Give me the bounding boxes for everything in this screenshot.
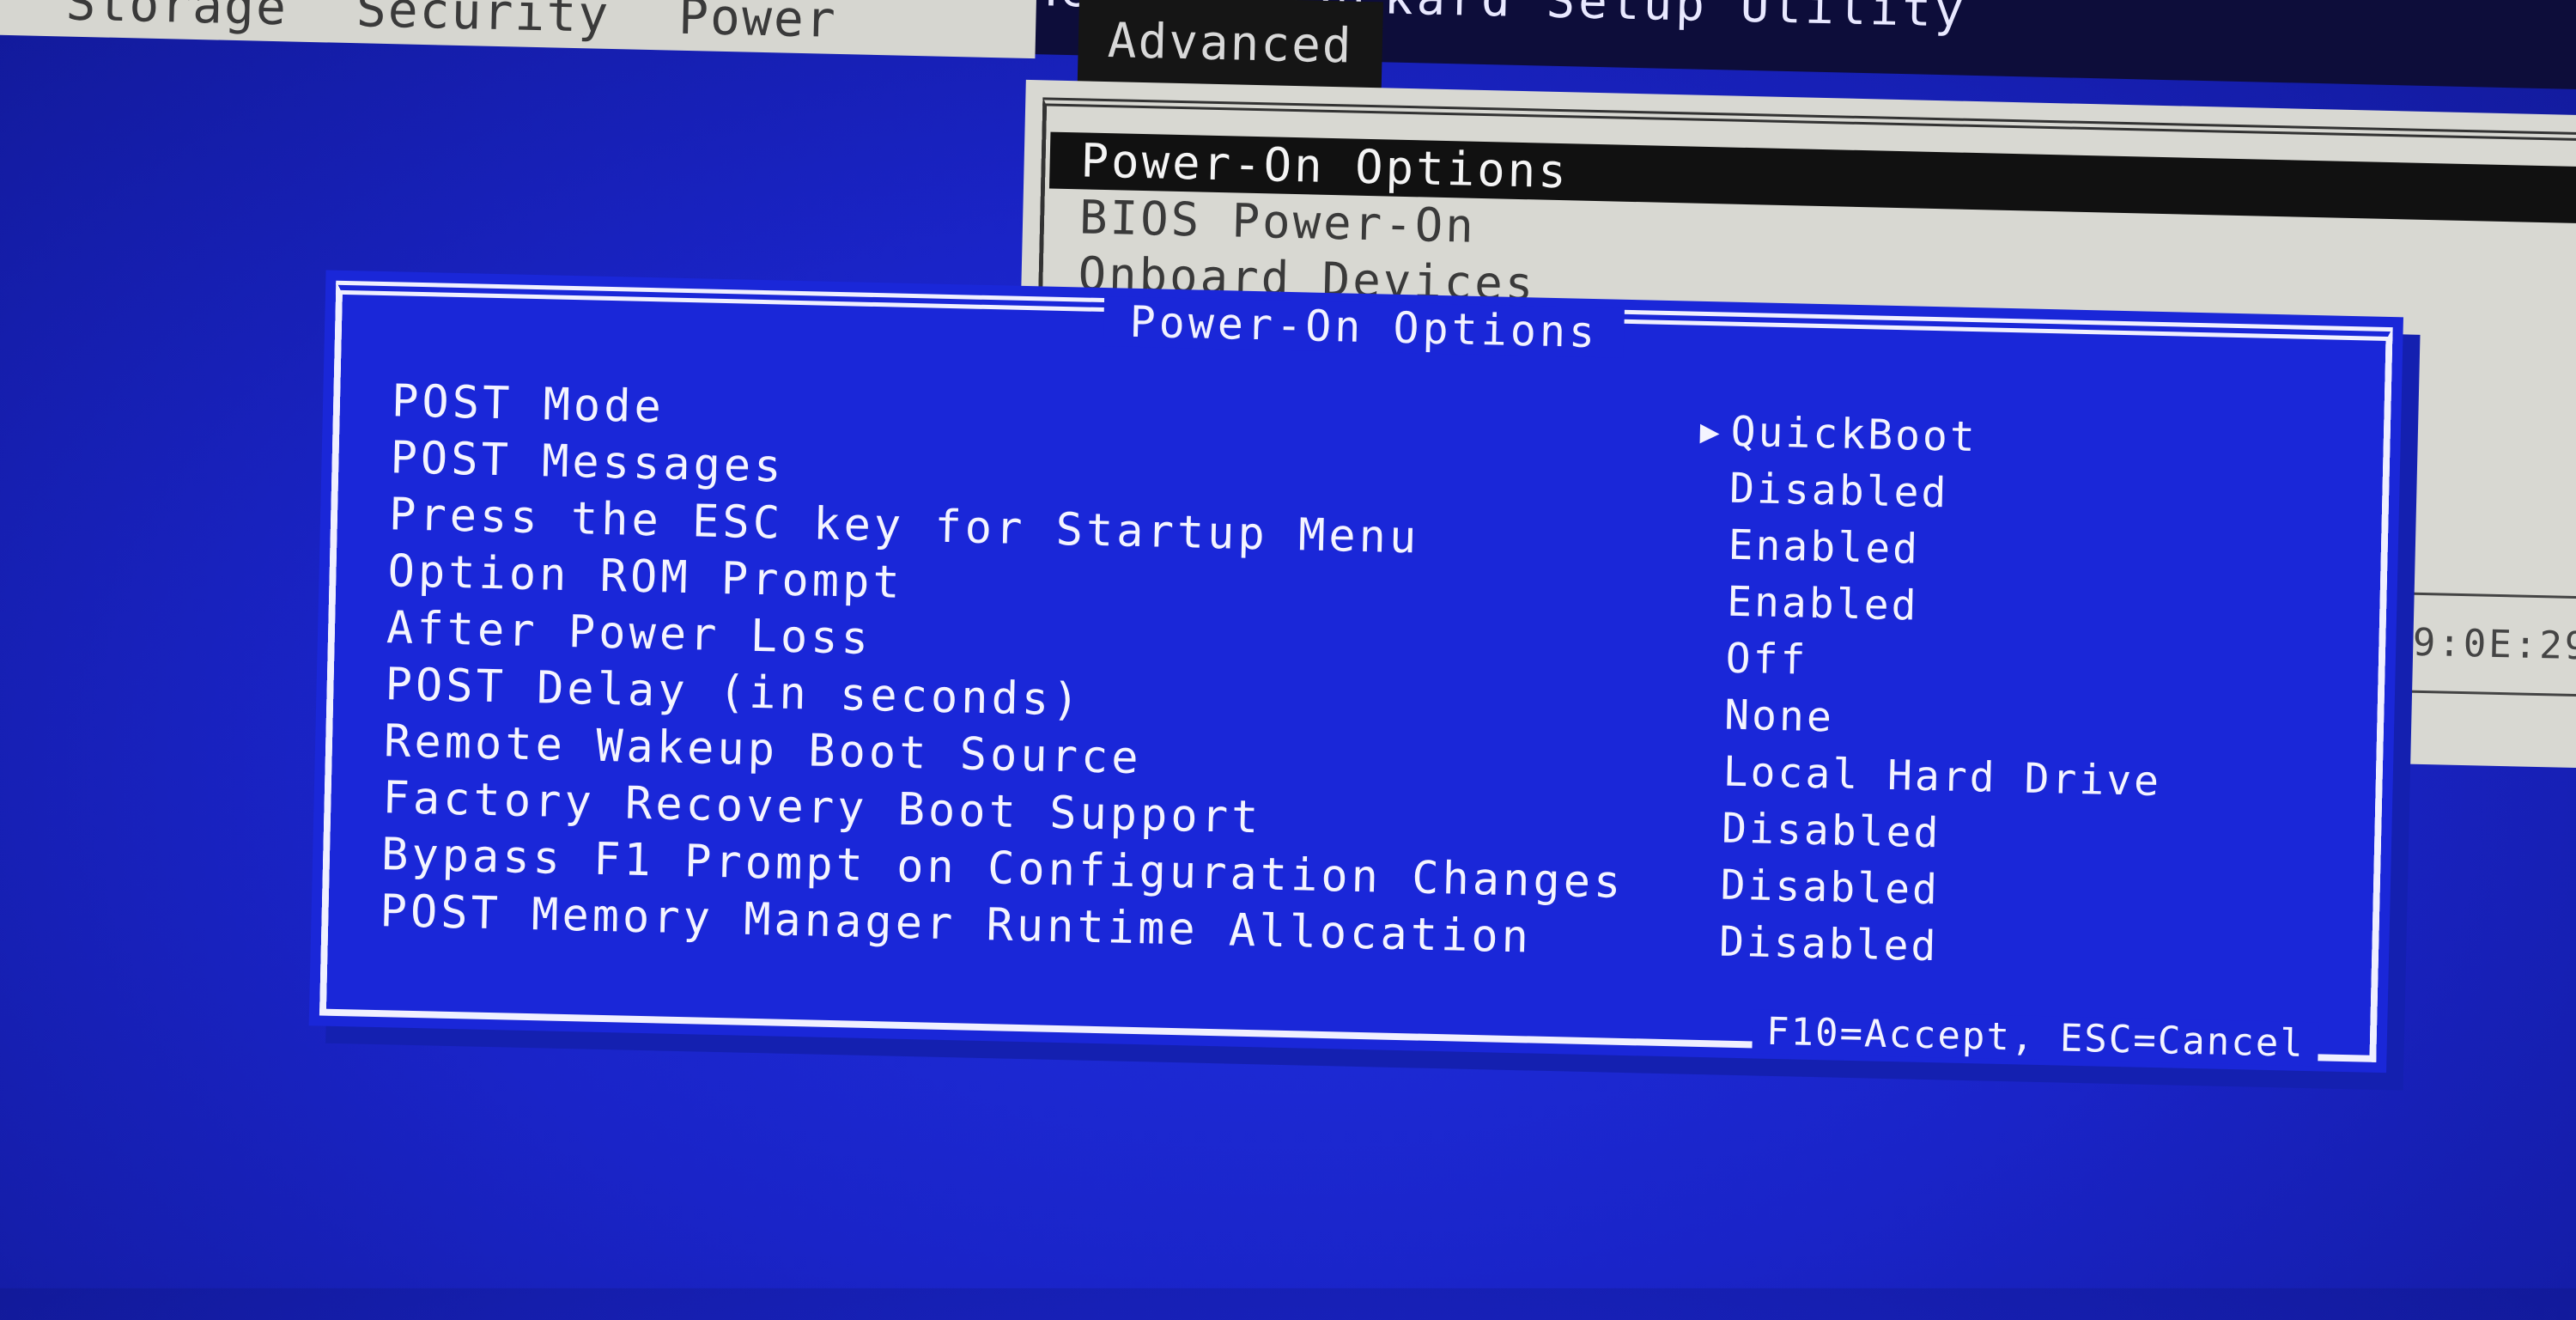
mac-address-value: A9:0E:29: (2369, 591, 2576, 698)
setting-value[interactable]: Off (1725, 635, 1808, 684)
tab-security[interactable]: Security (321, 0, 645, 50)
menu-bar: Storage Security Power (0, 0, 1037, 59)
setting-value[interactable]: ▶ QuickBoot (1699, 407, 1978, 462)
setting-value[interactable]: Enabled (1727, 578, 1920, 630)
bios-screen: Hewlett-Packard Setup Utility Storage Se… (0, 0, 2576, 1317)
tab-advanced[interactable]: Advanced (1077, 0, 1383, 93)
settings-list: POST Mode ▶ QuickBoot POST Messages Disa… (380, 373, 2332, 983)
setting-value[interactable]: None (1724, 691, 1835, 742)
tab-power[interactable]: Power (643, 0, 872, 55)
setting-value[interactable]: Disabled (1729, 465, 1949, 518)
dialog-border: Power-On Options POST Mode ▶ QuickBoot P… (319, 280, 2393, 1067)
setting-value[interactable]: Disabled (1719, 917, 1939, 970)
setting-value[interactable]: Disabled (1722, 805, 1941, 858)
triangle-right-icon: ▶ (1699, 411, 1723, 451)
tab-storage[interactable]: Storage (31, 0, 323, 42)
power-on-options-dialog: Power-On Options POST Mode ▶ QuickBoot P… (308, 270, 2403, 1074)
setting-value[interactable]: Local Hard Drive (1722, 748, 2162, 806)
setting-value[interactable]: Disabled (1720, 861, 1940, 915)
key-hints: F10=Accept, ESC=Cancel (1752, 1009, 2319, 1067)
dialog-title-text: Power-On Options (1103, 296, 1625, 358)
setting-value-text: QuickBoot (1730, 407, 1978, 462)
setting-value[interactable]: Enabled (1728, 521, 1921, 574)
